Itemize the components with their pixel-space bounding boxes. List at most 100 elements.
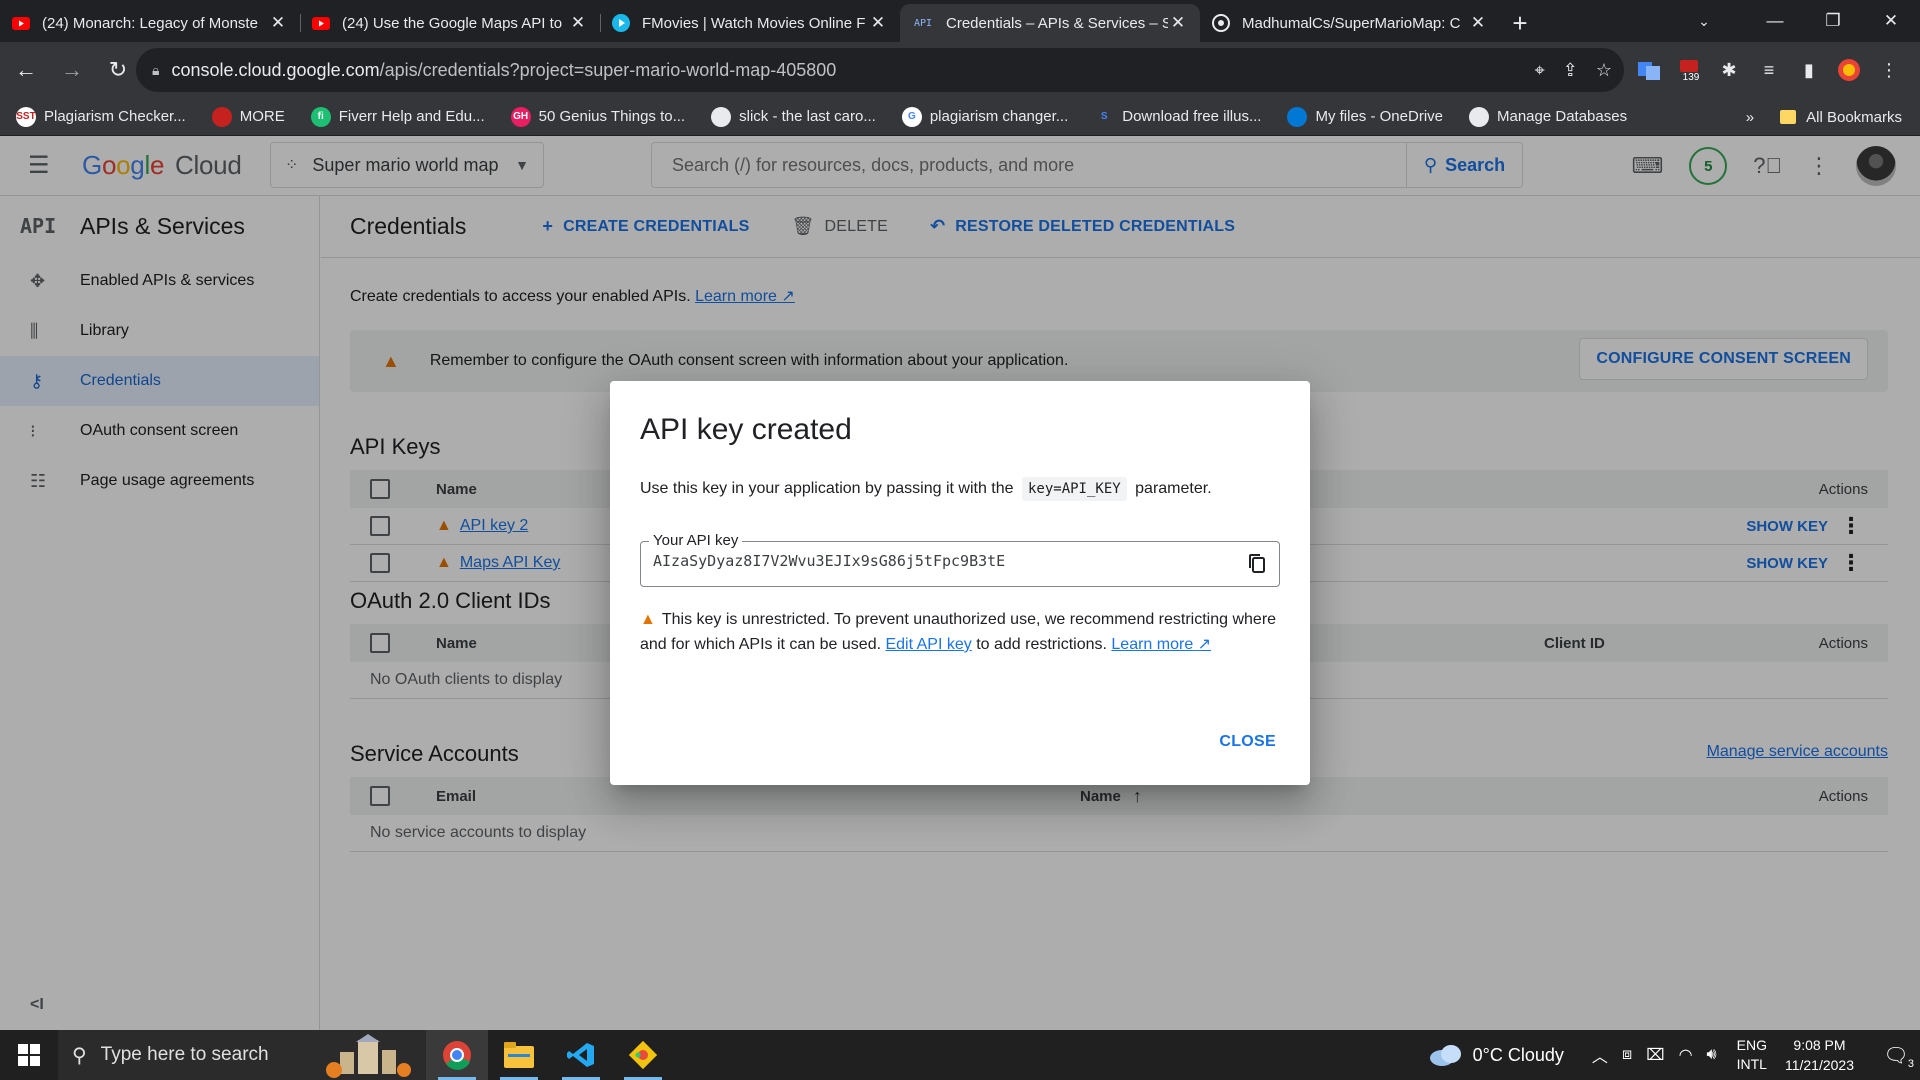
edit-api-key-link[interactable]: Edit API key: [885, 636, 971, 653]
bookmark-star-icon[interactable]: ☆: [1596, 60, 1612, 81]
search-icon: ⚲: [72, 1044, 87, 1067]
close-tab-icon[interactable]: ✕: [268, 13, 288, 33]
back-icon[interactable]: ←: [6, 50, 46, 90]
bookmark-item[interactable]: fi Fiverr Help and Edu...: [310, 106, 485, 127]
bookmarks-overflow-icon[interactable]: »: [1746, 109, 1754, 126]
bookmark-item[interactable]: Gplagiarism changer...: [901, 106, 1068, 127]
show-hidden-icons[interactable]: ︿: [1592, 1043, 1608, 1067]
meet-now-icon[interactable]: ⧈: [1622, 1046, 1632, 1064]
address-bar[interactable]: 🔒︎ console.cloud.google.com/apis/credent…: [136, 48, 1624, 92]
youtube-icon: [312, 14, 330, 32]
url-text[interactable]: console.cloud.google.com/apis/credential…: [171, 60, 836, 81]
all-bookmarks-button[interactable]: All Bookmarks: [1780, 109, 1902, 126]
side-panel-icon[interactable]: ▮: [1796, 60, 1822, 81]
bookmark-favicon-icon: [1287, 106, 1308, 127]
share-icon[interactable]: ⇪: [1563, 60, 1578, 81]
browser-tab[interactable]: (24) Monarch: Legacy of Monste ✕: [0, 4, 300, 42]
window-controls: — ❐ ✕: [1746, 0, 1920, 42]
bookmark-favicon-icon: G: [901, 106, 922, 127]
bookmarks-bar: SST Plagiarism Checker... MORE fi Fiverr Hel…: [0, 98, 1920, 136]
chrome-taskbar-icon[interactable]: [426, 1030, 488, 1080]
close-tab-icon[interactable]: ✕: [568, 13, 588, 33]
close-window-icon[interactable]: ✕: [1862, 0, 1920, 42]
keyboard-icon[interactable]: ⌧: [1646, 1045, 1664, 1065]
taskbar-search[interactable]: ⚲ Type here to search: [58, 1030, 426, 1080]
lock-icon[interactable]: 🔒︎: [152, 62, 159, 79]
notification-count: 3: [1907, 1057, 1914, 1070]
extension-badge-count: 139: [1682, 72, 1700, 83]
browser-tab-strip: (24) Monarch: Legacy of Monste ✕ (24) Us…: [0, 0, 1920, 42]
windows-start-icon[interactable]: [0, 1030, 58, 1080]
cloud-console: ☰ Google Cloud ⁘ Super mario world map ▼…: [0, 136, 1920, 1030]
new-tab-button[interactable]: +: [1500, 4, 1540, 42]
external-link-icon: ↗: [1197, 636, 1212, 653]
bookmark-favicon-icon: SST: [16, 106, 36, 127]
browser-tab[interactable]: FMovies | Watch Movies Online F ✕: [600, 4, 900, 42]
clock[interactable]: 9:08 PM 11/21/2023: [1785, 1035, 1854, 1075]
wifi-icon[interactable]: ◠: [1679, 1045, 1693, 1065]
bookmark-favicon-icon: S: [1094, 106, 1115, 127]
close-button[interactable]: CLOSE: [1219, 733, 1276, 751]
omnibox-actions: ⌖ ⇪ ☆: [1535, 48, 1612, 92]
close-tab-icon[interactable]: ✕: [868, 13, 888, 33]
bookmark-favicon-icon: fi: [310, 106, 331, 127]
api-icon: API: [913, 17, 933, 29]
browser-tab[interactable]: MadhumalCs/SuperMarioMap: C ✕: [1200, 4, 1500, 42]
bookmark-item[interactable]: Manage Databases: [1469, 106, 1627, 127]
api-key-field-label: Your API key: [649, 532, 743, 549]
bookmark-item[interactable]: GH 50 Genius Things to...: [510, 106, 685, 127]
forward-icon[interactable]: →: [52, 50, 92, 90]
location-icon[interactable]: ⌖: [1535, 60, 1545, 81]
system-tray: 0°C Cloudy ︿ ⧈ ⌧ ◠ 🔊︎ ENG INTL 9:08 PM 1…: [1429, 1030, 1920, 1080]
warning-icon: ▲: [640, 611, 656, 628]
tab-title: MadhumalCs/SuperMarioMap: C: [1242, 14, 1461, 32]
volume-icon[interactable]: 🔊︎: [1707, 1046, 1717, 1064]
copy-icon[interactable]: [1247, 553, 1267, 575]
tab-title: (24) Use the Google Maps API to: [342, 14, 563, 32]
close-tab-icon[interactable]: ✕: [1168, 13, 1188, 33]
media-controls-icon[interactable]: ≡: [1756, 60, 1782, 81]
play-icon: [612, 14, 630, 32]
browser-tab[interactable]: (24) Use the Google Maps API to ✕: [300, 4, 600, 42]
bookmark-favicon-icon: [1469, 106, 1489, 127]
bookmark-item[interactable]: My files - OneDrive: [1287, 106, 1443, 127]
bookmark-favicon-icon: GH: [510, 106, 531, 127]
dialog-title: API key created: [640, 413, 852, 446]
bookmark-favicon-icon: [211, 106, 232, 127]
input-language[interactable]: ENG INTL: [1737, 1036, 1767, 1074]
folder-icon: [1780, 110, 1797, 124]
dialog-description: Use this key in your application by pass…: [640, 477, 1212, 501]
tab-title: (24) Monarch: Legacy of Monste: [42, 14, 258, 32]
search-highlight-icon: [326, 1034, 411, 1078]
tab-title: Credentials – APIs & Services – S: [946, 14, 1168, 32]
windows-taskbar: ⚲ Type here to search 0°C Cloudy ︿ ⧈ ⌧ ◠…: [0, 1030, 1920, 1080]
api-key-input[interactable]: [653, 552, 1233, 570]
tab-search-icon[interactable]: ⌄: [1684, 0, 1724, 42]
minimize-icon[interactable]: —: [1746, 0, 1804, 42]
bookmark-favicon-icon: [711, 106, 732, 127]
bookmark-item[interactable]: SST Plagiarism Checker...: [16, 106, 186, 127]
bookmark-item[interactable]: slick - the last caro...: [711, 106, 876, 127]
translate-extension-icon[interactable]: [1636, 60, 1662, 80]
browser-tab-active[interactable]: API Credentials – APIs & Services – S ✕: [900, 4, 1200, 42]
cloud-icon: [1429, 1045, 1461, 1066]
browser-menu-icon[interactable]: ⋮: [1876, 60, 1902, 81]
notification-center-icon[interactable]: 🗨︎ 3: [1872, 1043, 1920, 1070]
weather-widget[interactable]: 0°C Cloudy: [1429, 1044, 1564, 1066]
profile-avatar-icon[interactable]: [1836, 58, 1862, 82]
bookmark-item[interactable]: MORE: [211, 106, 285, 127]
browser-toolbar: ← → ↻ 🔒︎ console.cloud.google.com/apis/c…: [0, 42, 1920, 98]
bookmarks-right: » All Bookmarks: [1746, 98, 1902, 136]
api-key-created-dialog: API key created Use this key in your app…: [610, 381, 1310, 785]
vscode-taskbar-icon[interactable]: [550, 1030, 612, 1080]
file-explorer-taskbar-icon[interactable]: [488, 1030, 550, 1080]
learn-more-link[interactable]: Learn more ↗: [1111, 636, 1211, 653]
extension-badge-icon[interactable]: 139: [1676, 60, 1702, 83]
extensions-puzzle-icon[interactable]: ✱: [1716, 60, 1742, 81]
api-key-field: Your API key: [640, 532, 1280, 587]
reload-icon[interactable]: ↻: [98, 50, 138, 90]
restore-icon[interactable]: ❐: [1804, 0, 1862, 42]
git-app-taskbar-icon[interactable]: [612, 1030, 674, 1080]
close-tab-icon[interactable]: ✕: [1468, 13, 1488, 33]
bookmark-item[interactable]: S Download free illus...: [1094, 106, 1261, 127]
